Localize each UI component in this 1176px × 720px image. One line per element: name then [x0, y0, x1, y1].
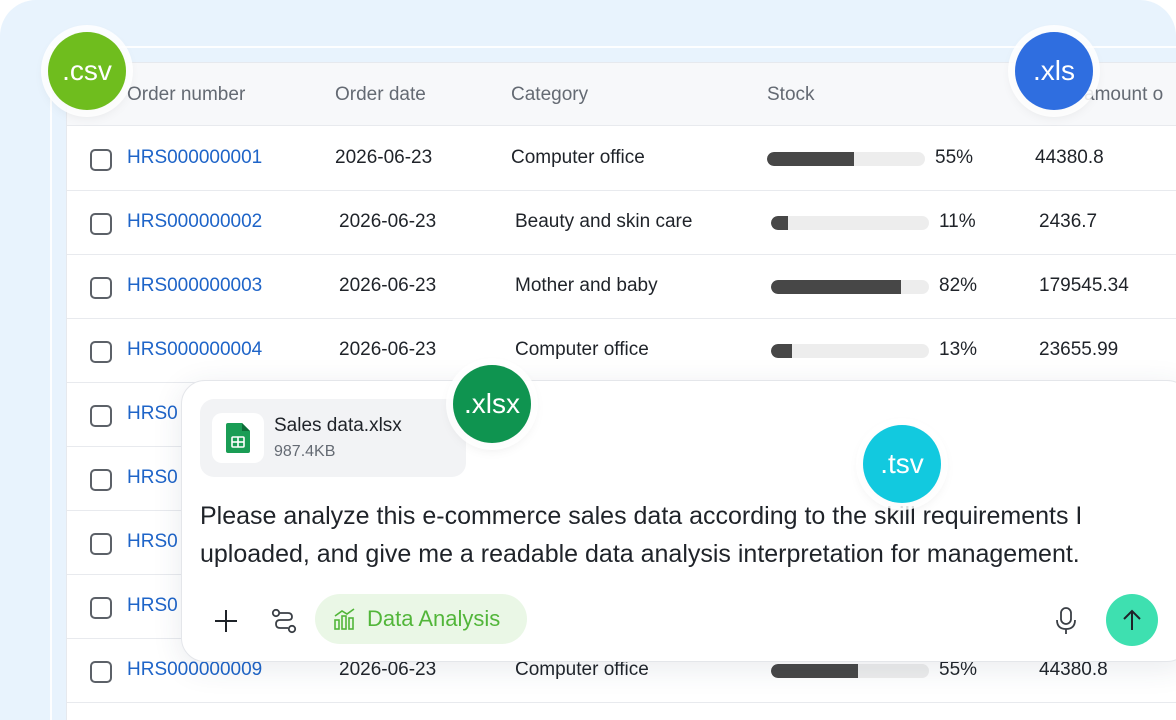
xlsx-format-badge: .xlsx: [453, 365, 531, 443]
microphone-icon[interactable]: [1048, 601, 1084, 641]
row-checkbox[interactable]: [90, 277, 112, 299]
order-date: 2026-06-23: [335, 147, 433, 168]
column-header-category[interactable]: Category: [511, 84, 588, 106]
stock-progress-fill: [767, 152, 854, 166]
bar-chart-icon: [334, 608, 355, 630]
tsv-badge-label: .tsv: [880, 448, 924, 479]
row-checkbox[interactable]: [90, 469, 112, 491]
attachment-filesize: 987.4KB: [274, 443, 336, 460]
row-checkbox[interactable]: [90, 533, 112, 555]
stock-progress-fill: [771, 344, 792, 358]
stock-progress-bar: [771, 344, 929, 358]
order-number-link[interactable]: HRS000000003: [127, 275, 262, 297]
stock-progress-fill: [771, 216, 789, 230]
category: Computer office: [515, 659, 649, 680]
order-date: 2026-06-23: [339, 659, 437, 680]
table-row[interactable]: HRS000000001 2026-06-23 Computer office 55%…: [67, 127, 1176, 191]
order-number-link[interactable]: HRS000000009: [127, 659, 262, 681]
category: Computer office: [511, 147, 645, 168]
plus-icon[interactable]: [208, 603, 244, 639]
row-checkbox[interactable]: [90, 213, 112, 235]
category: Mother and baby: [515, 275, 658, 296]
order-date: 2026-06-23: [339, 339, 437, 360]
stock-percent: 82%: [939, 275, 978, 296]
chat-composer: Sales data.xlsx 987.4KB Please analyze t…: [181, 380, 1176, 662]
xls-format-badge: .xls: [1015, 32, 1093, 110]
attachment-chip[interactable]: Sales data.xlsx 987.4KB: [200, 399, 466, 477]
attachment-filename: Sales data.xlsx: [274, 415, 402, 436]
column-header-order-number[interactable]: Order number: [127, 84, 245, 106]
table-header: Order number Order date Category Stock a…: [67, 63, 1176, 126]
amount: 44380.8: [1035, 147, 1104, 168]
stock-percent: 13%: [939, 339, 978, 360]
skill-label: Data Analysis: [367, 606, 501, 631]
order-date: 2026-06-23: [339, 211, 437, 232]
frame-line-top: [50, 46, 1176, 48]
arrow-up-icon: [1123, 609, 1141, 630]
order-number-link[interactable]: HRS000000002: [127, 211, 262, 233]
stock-progress-bar: [771, 280, 929, 294]
amount: 44380.8: [1039, 659, 1108, 680]
stock-progress-fill: [771, 280, 901, 294]
column-header-order-date[interactable]: Order date: [335, 84, 426, 106]
table-row[interactable]: HRS000000004 2026-06-23 Computer office 13%…: [67, 319, 1176, 383]
frame-line-left: [50, 46, 52, 720]
stock-progress-bar: [771, 216, 929, 230]
order-number-link[interactable]: HRS0: [127, 531, 178, 553]
order-number-link[interactable]: HRS000000001: [127, 147, 262, 169]
stock-progress-fill: [771, 664, 858, 678]
tsv-format-badge: .tsv: [863, 425, 941, 503]
amount: 23655.99: [1039, 339, 1119, 360]
stock-percent: 55%: [935, 147, 974, 168]
data-analysis-skill-chip[interactable]: Data Analysis: [315, 594, 527, 644]
xlsx-badge-label: .xlsx: [464, 388, 520, 419]
order-number-link[interactable]: HRS000000004: [127, 339, 262, 361]
order-date: 2026-06-23: [339, 275, 437, 296]
column-header-amount[interactable]: amount o: [1084, 84, 1163, 106]
prompt-input[interactable]: Please analyze this e-commerce sales dat…: [200, 497, 1176, 573]
stock-percent: 55%: [939, 659, 978, 680]
category: Beauty and skin care: [515, 211, 693, 232]
category: Computer office: [515, 339, 649, 360]
amount: 179545.34: [1039, 275, 1129, 296]
stock-progress-bar: [767, 152, 925, 166]
csv-format-badge: .csv: [48, 32, 126, 110]
spreadsheet-icon: [212, 413, 264, 463]
stock-progress-bar: [771, 664, 929, 678]
csv-badge-label: .csv: [62, 55, 112, 86]
send-button[interactable]: [1106, 594, 1158, 646]
row-checkbox[interactable]: [90, 597, 112, 619]
table-row[interactable]: HRS000000003 2026-06-23 Mother and baby 82%…: [67, 255, 1176, 319]
xls-badge-label: .xls: [1033, 55, 1075, 86]
row-checkbox[interactable]: [90, 149, 112, 171]
column-header-stock[interactable]: Stock: [767, 84, 815, 106]
route-icon[interactable]: [266, 603, 302, 639]
table-row[interactable]: HRS000000002 2026-06-23 Beauty and skin ca…: [67, 191, 1176, 255]
row-checkbox[interactable]: [90, 405, 112, 427]
row-checkbox[interactable]: [90, 341, 112, 363]
amount: 2436.7: [1039, 211, 1098, 232]
order-number-link[interactable]: HRS0: [127, 403, 178, 425]
row-checkbox[interactable]: [90, 661, 112, 683]
order-number-link[interactable]: HRS0: [127, 595, 178, 617]
order-number-link[interactable]: HRS0: [127, 467, 178, 489]
stock-percent: 11%: [939, 211, 976, 232]
